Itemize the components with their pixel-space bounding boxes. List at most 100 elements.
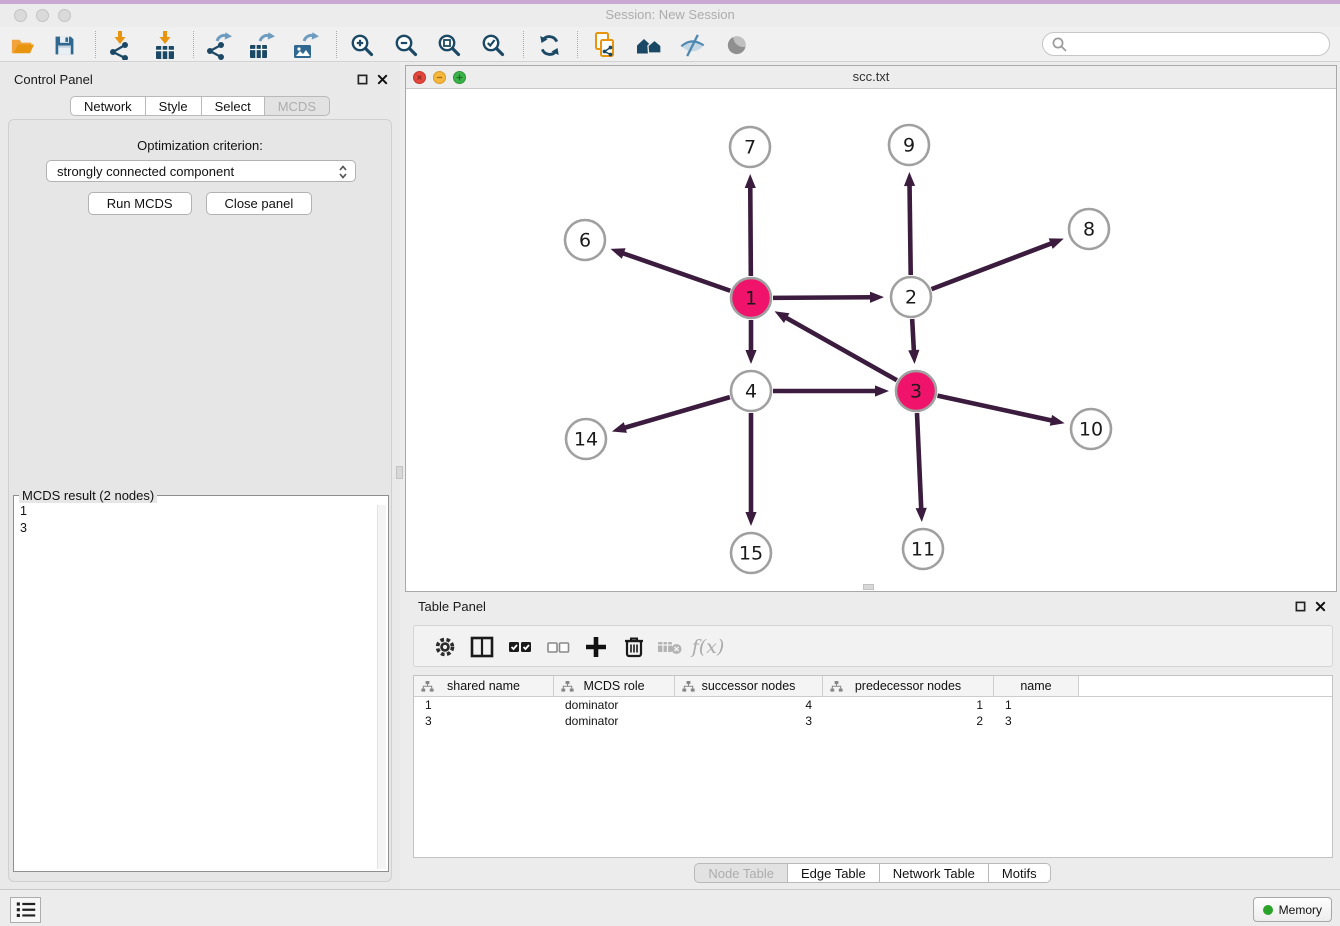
fx-label: f(x) — [692, 636, 725, 658]
run-mcds-button[interactable]: Run MCDS — [88, 192, 192, 215]
graph-node-label-14: 14 — [574, 429, 598, 451]
table-toolbar: f(x) — [413, 625, 1333, 667]
home-icon[interactable] — [635, 30, 663, 60]
main-toolbar — [0, 27, 1340, 62]
refresh-layout-icon[interactable] — [535, 30, 563, 60]
graphics-details-icon[interactable] — [678, 30, 706, 60]
tab-network-table[interactable]: Network Table — [880, 863, 989, 883]
export-table-icon[interactable] — [247, 30, 275, 60]
search-input[interactable] — [1042, 32, 1330, 56]
delete-column-icon[interactable] — [620, 633, 648, 661]
edge-2-8[interactable] — [932, 243, 1053, 289]
minimize-network-icon[interactable] — [433, 71, 446, 84]
birds-eye-view-glyph — [724, 32, 750, 58]
column-header-MCDS-role[interactable]: MCDS role — [554, 676, 675, 696]
tab-edge-table[interactable]: Edge Table — [788, 863, 880, 883]
memory-button[interactable]: Memory — [1253, 897, 1332, 922]
select-all-columns-icon[interactable] — [506, 633, 534, 661]
edge-3-10[interactable] — [937, 396, 1052, 421]
float-window-icon[interactable] — [357, 72, 368, 90]
table-cell: 1 — [994, 697, 1079, 713]
graph-node-label-4: 4 — [745, 381, 757, 403]
criterion-value: strongly connected component — [57, 164, 234, 179]
column-header-label: predecessor nodes — [855, 679, 961, 693]
zoom-out-icon[interactable] — [392, 30, 420, 60]
close-network-icon[interactable] — [413, 71, 426, 84]
optimization-criterion-label: Optimization criterion: — [9, 138, 391, 153]
graphics-details-glyph — [679, 32, 706, 59]
clone-network-icon[interactable] — [591, 30, 619, 60]
table-row[interactable]: 1dominator411 — [414, 697, 1332, 713]
chevron-up-down-icon — [336, 164, 350, 183]
criterion-select[interactable]: strongly connected component — [46, 160, 356, 182]
edge-4-14[interactable] — [623, 397, 729, 428]
application-window: Session: New Session — [0, 0, 1340, 926]
zoom-fit-icon[interactable] — [435, 30, 463, 60]
birds-eye-view-icon[interactable] — [723, 30, 751, 60]
close-panel-button[interactable]: Close panel — [206, 192, 313, 215]
table-cell: 3 — [994, 713, 1079, 729]
column-header-successor-nodes[interactable]: successor nodes — [675, 676, 823, 696]
toolbar-separator — [336, 31, 337, 58]
close-icon[interactable] — [377, 72, 388, 90]
export-image-icon[interactable] — [291, 30, 319, 60]
column-header-label: name — [1020, 679, 1051, 693]
graph-node-label-7: 7 — [744, 137, 756, 159]
tab-style[interactable]: Style — [146, 96, 202, 116]
column-header-predecessor-nodes[interactable]: predecessor nodes — [823, 676, 994, 696]
zoom-selected-glyph — [480, 32, 506, 58]
float-window-icon[interactable] — [1295, 599, 1306, 617]
delete-table-icon[interactable] — [656, 633, 684, 661]
tab-node-table[interactable]: Node Table — [694, 863, 788, 883]
zoom-in-icon[interactable] — [348, 30, 376, 60]
zoom-out-glyph — [393, 32, 419, 58]
arrowhead-1-6 — [610, 248, 625, 259]
network-canvas[interactable]: 1234678910111415 — [406, 89, 1336, 591]
list-icon — [14, 898, 38, 922]
open-file-icon[interactable] — [8, 30, 36, 60]
edge-3-1[interactable] — [785, 317, 897, 380]
edge-2-9[interactable] — [910, 184, 911, 275]
table-row[interactable]: 3dominator323 — [414, 713, 1332, 729]
column-header-name[interactable]: name — [994, 676, 1079, 696]
add-column-icon[interactable] — [582, 633, 610, 661]
clone-network-glyph — [592, 31, 619, 59]
close-icon[interactable] — [1315, 599, 1326, 617]
settings-gear-icon[interactable] — [431, 633, 459, 661]
task-history-button[interactable] — [10, 897, 41, 923]
arrowhead-4-3 — [875, 385, 889, 396]
save-session-icon[interactable] — [50, 30, 78, 60]
zoom-network-icon[interactable] — [453, 71, 466, 84]
import-network-glyph — [106, 31, 134, 60]
table-cell: 1 — [414, 697, 554, 713]
function-builder-icon[interactable]: f(x) — [694, 633, 722, 661]
network-window-titlebar[interactable]: scc.txt — [406, 66, 1336, 89]
toolbar-separator — [577, 31, 578, 58]
refresh-glyph — [536, 32, 563, 59]
graph-node-label-1: 1 — [745, 288, 757, 310]
column-sort-icon — [561, 681, 574, 692]
unselect-all-columns-icon[interactable] — [544, 633, 572, 661]
tab-network[interactable]: Network — [70, 96, 146, 116]
tab-mcds[interactable]: MCDS — [265, 96, 330, 116]
edge-2-3[interactable] — [912, 319, 914, 352]
titlebar[interactable]: Session: New Session — [0, 4, 1340, 27]
horizontal-splitter-handle[interactable] — [863, 584, 874, 590]
graph-node-label-10: 10 — [1079, 419, 1103, 441]
result-scrollbar[interactable] — [377, 505, 386, 869]
edge-1-6[interactable] — [622, 253, 730, 291]
edge-1-2[interactable] — [773, 297, 872, 298]
export-table-glyph — [247, 31, 275, 60]
column-layout-icon[interactable] — [468, 633, 496, 661]
zoom-selected-icon[interactable] — [479, 30, 507, 60]
edge-3-11[interactable] — [917, 413, 921, 510]
export-network-icon[interactable] — [204, 30, 232, 60]
tab-select[interactable]: Select — [202, 96, 265, 116]
vertical-splitter-handle[interactable] — [396, 466, 403, 479]
mcds-result-text[interactable]: 13 — [14, 503, 388, 871]
tab-motifs[interactable]: Motifs — [989, 863, 1051, 883]
column-header-shared-name[interactable]: shared name — [414, 676, 554, 696]
import-table-icon[interactable] — [151, 30, 179, 60]
edge-1-7[interactable] — [750, 186, 751, 276]
import-network-icon[interactable] — [106, 30, 134, 60]
